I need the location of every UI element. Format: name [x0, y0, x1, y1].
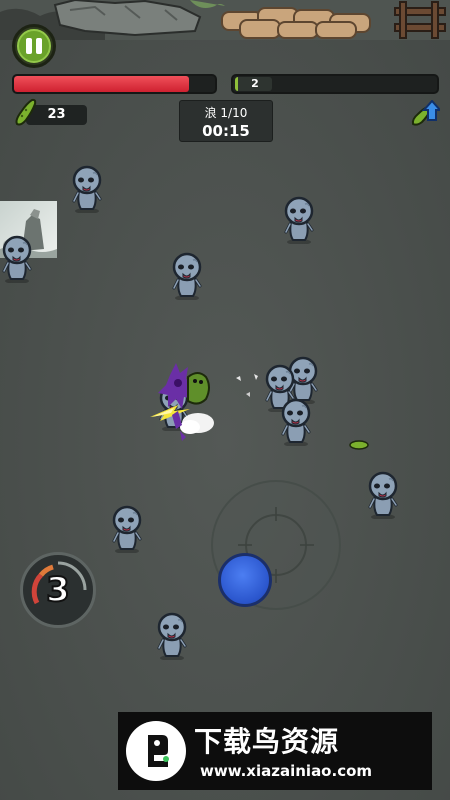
zombie-enemy: [112, 505, 142, 553]
watermark-logo: [126, 721, 186, 781]
game-stage[interactable]: 2 23 浪 1/10 00:15 3 下载鸟资源 www.xiazainiao…: [0, 0, 450, 800]
debris-particles: [236, 374, 258, 397]
arena-border-decoration: [0, 0, 450, 40]
watermark-url: www.xiazainiao.com: [200, 762, 373, 780]
watermark-banner: 下载鸟资源 www.xiazainiao.com: [118, 712, 432, 790]
zombie-enemy: [172, 252, 202, 300]
pickle-counter: 23: [12, 98, 87, 126]
zombie-enemy: [72, 165, 102, 213]
level-badge: 2: [235, 77, 272, 91]
zombie-enemy: [368, 471, 398, 519]
skill-button[interactable]: 3: [20, 552, 96, 628]
watermark-title: 下载鸟资源: [194, 725, 340, 758]
pickle-hero-player: [150, 363, 214, 441]
skill-charge-count: 3: [45, 569, 71, 611]
joystick-knob[interactable]: [218, 553, 272, 607]
wave-timer: 00:15: [202, 122, 250, 140]
xp-bar: 2: [231, 74, 439, 94]
health-bar: [12, 74, 217, 94]
zombie-enemy: [157, 612, 187, 660]
pause-button[interactable]: [12, 24, 56, 68]
pickle-icon: [15, 98, 37, 126]
wave-label: 浪 1/10: [204, 106, 248, 120]
zombie-enemy: [281, 398, 311, 446]
upgrade-arrow-icon[interactable]: [410, 100, 440, 128]
health-bar-fill: [14, 76, 189, 92]
zombie-enemy: [2, 235, 32, 283]
wave-panel: 浪 1/10 00:15: [179, 100, 273, 142]
pickle-pickup: [349, 440, 369, 450]
zombie-enemy: [284, 196, 314, 244]
pause-icon: [17, 29, 51, 63]
